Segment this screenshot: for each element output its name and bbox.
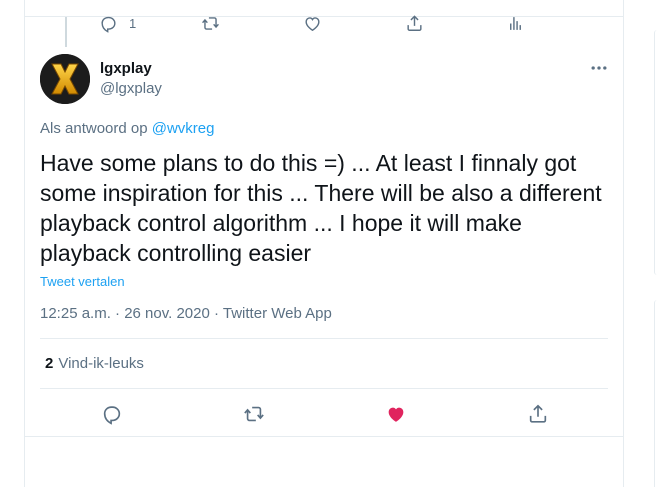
user-handle[interactable]: @lgxplay <box>100 80 162 97</box>
tweet-actions <box>25 389 623 437</box>
likes-count: 2 <box>45 355 54 372</box>
avatar[interactable] <box>40 54 90 104</box>
like-button[interactable] <box>303 14 322 33</box>
reply-icon <box>101 16 116 33</box>
previous-tweet-actions: 1 <box>25 14 623 34</box>
reply-icon <box>103 406 121 425</box>
likes-label: Vind-ik-leuks <box>58 355 144 372</box>
translate-tweet-link[interactable]: Tweet vertalen <box>40 274 125 289</box>
share-icon <box>407 15 422 31</box>
analytics-icon <box>510 17 521 30</box>
likes-summary[interactable]: 2 Vind-ik-leuks <box>40 338 608 389</box>
reply-context: Als antwoord op @wvkreg <box>40 120 215 137</box>
more-options-button[interactable] <box>589 58 609 78</box>
reply-button[interactable]: 1 <box>99 14 136 33</box>
retweet-button[interactable] <box>201 14 220 33</box>
tweet-timestamp[interactable]: 12:25 a.m. · 26 nov. 2020 · Twitter Web … <box>40 305 332 322</box>
retweet-icon <box>202 17 219 30</box>
reply-mention-link[interactable]: @wvkreg <box>152 120 215 137</box>
tweet-text: Have some plans to do this =) ... At lea… <box>40 150 602 266</box>
display-name[interactable]: lgxplay <box>100 60 152 77</box>
tweet-column: 1 lgxplay @lgxplay Als antwoord op @wvkr… <box>24 0 624 487</box>
more-icon <box>591 66 607 70</box>
analytics-button[interactable] <box>506 14 525 33</box>
share-button[interactable] <box>527 403 549 425</box>
reply-count: 1 <box>129 16 137 31</box>
like-button-active[interactable] <box>385 403 407 425</box>
retweet-button[interactable] <box>243 403 265 425</box>
reply-button[interactable] <box>101 403 123 425</box>
share-icon <box>529 404 547 423</box>
like-filled-icon <box>388 407 404 422</box>
x-logo-icon <box>40 54 90 104</box>
retweet-icon <box>244 406 264 422</box>
reply-prefix: Als antwoord op <box>40 120 148 137</box>
share-button[interactable] <box>405 14 424 33</box>
like-icon <box>305 17 320 32</box>
